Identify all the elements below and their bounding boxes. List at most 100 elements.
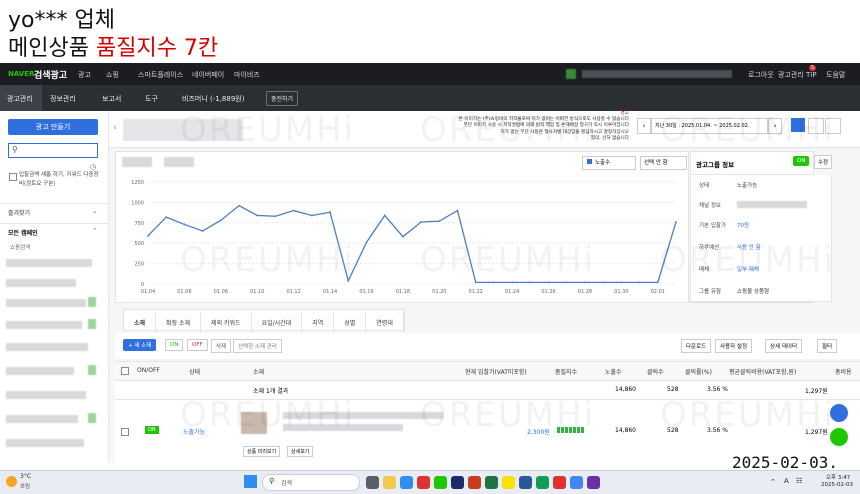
top-menu-naverpay[interactable]: 네이버페이 xyxy=(192,70,224,80)
nav-reports[interactable]: 보고서 xyxy=(102,94,121,104)
data-point[interactable] xyxy=(620,281,623,284)
ad-group-toggle[interactable]: ON xyxy=(793,156,810,166)
date-prev-button[interactable]: ‹ xyxy=(637,118,651,134)
campaign-item[interactable]: 쇼핑검색 xyxy=(10,243,30,251)
view-list-icon[interactable] xyxy=(825,118,841,134)
preview-button[interactable]: 상품 미리보기 xyxy=(243,446,281,457)
collapse-sidebar-icon[interactable]: ‹ xyxy=(113,123,117,133)
taskbar-search[interactable]: ⚲ 검색 xyxy=(262,474,360,491)
data-point[interactable] xyxy=(401,235,404,238)
floating-chart-button[interactable] xyxy=(830,404,848,422)
data-point[interactable] xyxy=(292,209,295,212)
network-icon[interactable]: ☷ xyxy=(796,477,802,485)
naver-whale-icon[interactable] xyxy=(434,476,447,489)
delete-button[interactable]: 삭제 xyxy=(211,339,232,353)
floating-help-button[interactable] xyxy=(830,428,848,446)
bid-checkbox[interactable] xyxy=(9,173,17,181)
task-view-icon[interactable] xyxy=(366,476,379,489)
tab-extensions[interactable]: 확장 소재 xyxy=(156,312,202,333)
view-grid-icon[interactable] xyxy=(791,118,805,132)
data-point[interactable] xyxy=(383,214,386,217)
data-point[interactable] xyxy=(219,219,222,222)
naver-logo[interactable]: NAVER xyxy=(8,70,34,78)
new-creative-button[interactable]: + 새 소재 xyxy=(123,339,157,351)
tab-schedule[interactable]: 요일/시간대 xyxy=(252,312,303,333)
data-point[interactable] xyxy=(565,281,568,284)
word-icon[interactable] xyxy=(519,476,532,489)
nav-bizmoney[interactable]: 비즈머니 (-1,889원) xyxy=(182,94,244,104)
data-point[interactable] xyxy=(529,281,532,284)
data-point[interactable] xyxy=(329,211,331,214)
daily-budget-link[interactable]: 사용 안 함 xyxy=(737,243,761,251)
top-menu-mybiz[interactable]: 마이비즈 xyxy=(234,70,260,80)
data-point[interactable] xyxy=(584,281,586,284)
charge-button[interactable]: 충전하기 xyxy=(266,91,299,106)
file-explorer-icon[interactable] xyxy=(383,476,396,489)
data-point[interactable] xyxy=(238,204,240,207)
clock-icon[interactable]: ◷ xyxy=(90,163,96,171)
help-link[interactable]: 도움말 xyxy=(826,70,845,80)
media-icon[interactable] xyxy=(587,476,600,489)
tab-gender[interactable]: 성별 xyxy=(334,312,367,333)
data-point[interactable] xyxy=(147,234,149,237)
app-icon[interactable] xyxy=(536,476,549,489)
product-name[interactable]: 검색광고 xyxy=(34,68,67,81)
filter-button[interactable]: 필터 xyxy=(817,339,838,353)
on-button[interactable]: ON xyxy=(165,339,184,351)
kakaotalk-icon[interactable] xyxy=(502,476,515,489)
data-point[interactable] xyxy=(365,241,368,244)
top-menu-smartplace[interactable]: 스마트플레이스 xyxy=(138,70,183,80)
row-checkbox[interactable] xyxy=(121,428,129,436)
chevron-up-icon[interactable]: ⌃ xyxy=(92,227,98,235)
data-point[interactable] xyxy=(438,220,441,223)
logout-link[interactable]: 로그아웃 xyxy=(748,70,774,80)
weather-icon[interactable] xyxy=(6,476,17,487)
nav-info-management[interactable]: 정보관리 xyxy=(50,94,76,104)
tab-creatives[interactable]: 소재 xyxy=(124,312,157,333)
data-point[interactable] xyxy=(602,281,605,284)
data-point[interactable] xyxy=(456,209,459,212)
metric-select[interactable]: 노출수 xyxy=(582,156,636,170)
product-thumbnail[interactable] xyxy=(241,412,267,434)
detail-button[interactable]: 상세보기 xyxy=(287,446,314,457)
data-point[interactable] xyxy=(656,281,659,284)
powerpoint-icon[interactable] xyxy=(468,476,481,489)
view-split-icon[interactable] xyxy=(808,118,824,134)
data-point[interactable] xyxy=(310,214,313,217)
all-campaigns-label[interactable]: 모든 캠페인 xyxy=(8,228,38,237)
input-language[interactable]: A xyxy=(784,477,789,485)
columns-select[interactable]: 사용자 설정 xyxy=(715,339,753,353)
off-button[interactable]: OFF xyxy=(187,339,208,351)
photoshop-icon[interactable] xyxy=(451,476,464,489)
date-range-picker[interactable]: 지난 30일 : 2025.01.04. ~ 2025.02.02. xyxy=(651,118,768,134)
tip-link[interactable]: 광고관리 TIP xyxy=(778,70,817,80)
taskbar-date[interactable]: 2025-02-03 xyxy=(821,482,853,488)
row-bid[interactable]: 2,300원 xyxy=(527,427,550,436)
tab-age[interactable]: 연령대 xyxy=(366,312,404,333)
data-point[interactable] xyxy=(347,279,350,282)
weather-temp[interactable]: 3°C xyxy=(20,473,31,480)
chevron-down-icon[interactable]: ⌄ xyxy=(92,207,98,215)
download-button[interactable]: 다운로드 xyxy=(681,339,712,353)
data-point[interactable] xyxy=(493,281,495,284)
tab-negative-keywords[interactable]: 제외 키워드 xyxy=(201,312,252,333)
date-next-button[interactable]: › xyxy=(768,118,782,134)
chevron-up-icon[interactable]: ⌃ xyxy=(770,478,776,486)
nav-tools[interactable]: 도구 xyxy=(145,94,158,104)
create-ad-button[interactable]: 광고 만들기 xyxy=(8,119,98,135)
compare-select[interactable]: 선택 안 함 xyxy=(640,156,687,170)
data-point[interactable] xyxy=(511,281,514,284)
data-point[interactable] xyxy=(420,221,423,223)
mail-icon[interactable] xyxy=(400,476,413,489)
data-point[interactable] xyxy=(638,281,641,284)
data-point[interactable] xyxy=(256,214,259,217)
data-point[interactable] xyxy=(474,281,477,284)
excel-icon[interactable] xyxy=(485,476,498,489)
chrome-icon[interactable] xyxy=(417,476,430,489)
data-point[interactable] xyxy=(183,223,186,226)
select-all-checkbox[interactable] xyxy=(121,367,129,375)
taskbar-time[interactable]: 오후 3:47 xyxy=(826,473,850,481)
detail-data-select[interactable]: 상세 데이터 xyxy=(765,339,803,353)
row-toggle[interactable]: ON xyxy=(145,426,159,434)
tab-region[interactable]: 지역 xyxy=(302,312,335,333)
